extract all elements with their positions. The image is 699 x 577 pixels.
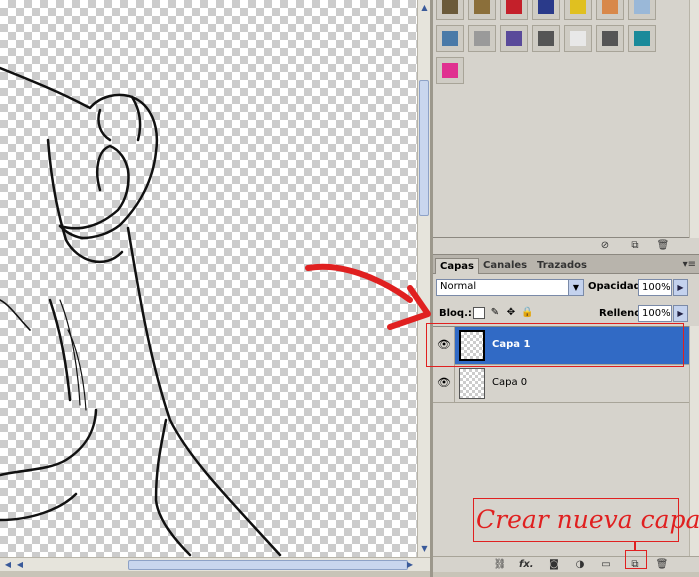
lock-label: Bloq.: bbox=[439, 308, 472, 319]
style-swatch[interactable] bbox=[564, 25, 592, 52]
style-swatch[interactable] bbox=[532, 0, 560, 20]
styles-panel-scrollbar[interactable] bbox=[689, 0, 699, 238]
style-swatch[interactable] bbox=[564, 0, 592, 20]
lock-position-move-icon[interactable]: ✥ bbox=[505, 307, 517, 319]
lock-transparency-icon[interactable] bbox=[473, 307, 485, 319]
scroll-left-icon[interactable]: ◀ bbox=[2, 559, 14, 571]
adjustment-layer-icon[interactable]: ◑ bbox=[573, 559, 587, 571]
swatch-color bbox=[442, 0, 458, 14]
swatch-color bbox=[538, 31, 554, 46]
canvas-vertical-scrollbar[interactable]: ▲ ▼ bbox=[417, 0, 430, 557]
opacity-label: Opacidad: bbox=[588, 281, 645, 292]
new-style-icon[interactable]: ⧉ bbox=[628, 240, 642, 252]
swatch-color bbox=[474, 0, 490, 14]
style-swatch[interactable] bbox=[628, 25, 656, 52]
lock-all-icon[interactable]: 🔒 bbox=[521, 307, 533, 319]
highlight-new-layer-button bbox=[625, 550, 647, 569]
horizontal-scroll-thumb[interactable] bbox=[128, 560, 408, 570]
swatch-color bbox=[506, 0, 522, 14]
swatch-color bbox=[570, 0, 586, 14]
style-swatch[interactable] bbox=[596, 0, 624, 20]
scroll-left-alt-icon[interactable]: ◀ bbox=[14, 559, 26, 571]
swatch-color bbox=[474, 31, 490, 46]
scroll-down-icon[interactable]: ▼ bbox=[419, 543, 430, 554]
swatch-color bbox=[442, 31, 458, 46]
trash-icon[interactable]: 🗑 bbox=[655, 559, 669, 571]
panel-menu-icon[interactable]: ▾≡ bbox=[683, 259, 696, 270]
tab-canales[interactable]: Canales bbox=[479, 258, 531, 274]
eye-visibility-icon[interactable]: 👁 bbox=[437, 376, 451, 390]
style-swatch[interactable] bbox=[436, 0, 464, 20]
new-group-folder-icon[interactable]: ▭ bbox=[599, 559, 613, 571]
link-layers-icon[interactable]: ⛓ bbox=[493, 559, 507, 571]
styles-panel bbox=[433, 0, 699, 238]
layers-panel-tabs: Capas Canales Trazados ▾≡ bbox=[433, 255, 699, 274]
style-swatch[interactable] bbox=[468, 25, 496, 52]
layer-row-capa-0[interactable]: 👁 Capa 0 bbox=[433, 365, 689, 403]
style-swatch[interactable] bbox=[628, 0, 656, 20]
blend-mode-select[interactable]: Normal ▼ bbox=[436, 279, 584, 296]
blend-mode-value: Normal bbox=[440, 281, 477, 292]
no-style-icon[interactable]: ⊘ bbox=[598, 240, 612, 252]
vertical-scroll-thumb[interactable] bbox=[419, 80, 429, 216]
add-mask-icon[interactable]: ◙ bbox=[547, 559, 561, 571]
tab-capas[interactable]: Capas bbox=[435, 258, 479, 274]
swatch-color bbox=[602, 31, 618, 46]
swatch-color bbox=[634, 0, 650, 14]
swatch-color bbox=[538, 0, 554, 14]
swatch-color bbox=[570, 31, 586, 46]
layers-panel-footer: ⛓ fx. ◙ ◑ ▭ ⧉ 🗑 bbox=[433, 556, 699, 572]
line-art-drawing bbox=[0, 66, 282, 557]
layer-name[interactable]: Capa 0 bbox=[492, 377, 527, 388]
swatch-color bbox=[602, 0, 618, 14]
trash-icon[interactable]: 🗑 bbox=[656, 240, 670, 252]
swatch-color bbox=[506, 31, 522, 46]
chevron-down-icon[interactable]: ▼ bbox=[568, 280, 583, 295]
opacity-slider-toggle-icon[interactable]: ▶ bbox=[673, 279, 688, 296]
style-swatch[interactable] bbox=[436, 25, 464, 52]
swatch-color bbox=[442, 63, 458, 78]
opacity-field[interactable]: 100% bbox=[638, 279, 672, 296]
style-swatch[interactable] bbox=[596, 25, 624, 52]
callout-text: Crear nueva capa bbox=[476, 505, 699, 534]
scroll-right-icon[interactable]: ▶ bbox=[404, 559, 416, 571]
layer-thumbnail bbox=[459, 368, 485, 399]
fill-field[interactable]: 100% bbox=[638, 305, 672, 322]
style-swatch[interactable] bbox=[468, 0, 496, 20]
fx-icon[interactable]: fx. bbox=[519, 559, 534, 571]
lock-pixels-brush-icon[interactable]: ✎ bbox=[489, 307, 501, 319]
canvas-horizontal-scrollbar[interactable]: ◀ ◀ ▶ bbox=[0, 557, 430, 571]
style-swatch[interactable] bbox=[532, 25, 560, 52]
styles-panel-footer: ⊘ ⧉ 🗑 bbox=[433, 238, 699, 254]
style-swatch[interactable] bbox=[436, 57, 464, 84]
swatch-color bbox=[634, 31, 650, 46]
fill-slider-toggle-icon[interactable]: ▶ bbox=[673, 305, 688, 322]
style-swatch[interactable] bbox=[500, 0, 528, 20]
scroll-up-icon[interactable]: ▲ bbox=[419, 2, 430, 13]
highlight-layer-1 bbox=[426, 323, 684, 367]
document-canvas[interactable] bbox=[0, 0, 417, 557]
style-swatch[interactable] bbox=[500, 25, 528, 52]
tab-trazados[interactable]: Trazados bbox=[533, 258, 591, 274]
